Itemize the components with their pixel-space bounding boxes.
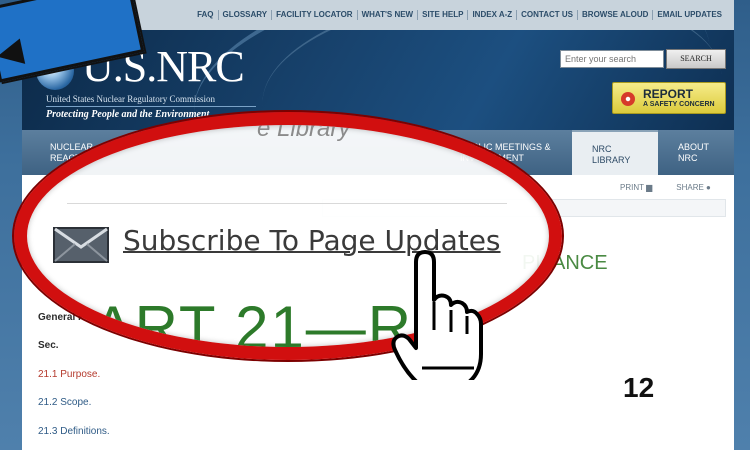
section-link-21-2[interactable]: 21.2 Scope. xyxy=(38,397,91,408)
search-input[interactable] xyxy=(560,50,664,68)
arrow-icon: ◀ xyxy=(0,30,27,74)
page-tools: PRINT ▆ SHARE ● xyxy=(620,183,711,192)
speech-bubble-icon: ● xyxy=(706,183,711,192)
util-link-facility-locator[interactable]: FACILITY LOCATOR xyxy=(271,10,356,20)
pointing-hand-cursor-icon xyxy=(391,250,483,380)
util-link-whats-new[interactable]: WHAT'S NEW xyxy=(356,10,418,20)
util-link-glossary[interactable]: GLOSSARY xyxy=(217,10,272,20)
print-link[interactable]: PRINT ▆ xyxy=(620,183,652,192)
search-button[interactable]: SEARCH xyxy=(666,49,726,69)
section-link-21-1[interactable]: 21.1 Purpose. xyxy=(38,369,100,380)
util-link-index[interactable]: INDEX A-Z xyxy=(467,10,516,20)
report-sublabel: A SAFETY CONCERN xyxy=(643,101,715,108)
alert-dot-icon xyxy=(621,92,635,106)
util-link-email-updates[interactable]: EMAIL UPDATES xyxy=(652,10,726,20)
logo-subtitle: United States Nuclear Regulatory Commiss… xyxy=(46,94,215,104)
step-number: 12 xyxy=(623,372,655,403)
zoomed-divider xyxy=(67,203,507,204)
section-link-21-3[interactable]: 21.3 Definitions. xyxy=(38,426,110,437)
printer-icon: ▆ xyxy=(646,183,653,192)
util-link-faq[interactable]: FAQ xyxy=(193,10,217,20)
nav-item-about-nrc[interactable]: ABOUT NRC xyxy=(658,130,734,175)
print-label: PRINT xyxy=(620,183,644,192)
util-link-site-help[interactable]: SITE HELP xyxy=(417,10,467,20)
util-link-contact[interactable]: CONTACT US xyxy=(516,10,577,20)
nav-item-nrc-library[interactable]: NRC LIBRARY xyxy=(572,130,658,175)
share-label: SHARE xyxy=(676,183,704,192)
share-link[interactable]: SHARE ● xyxy=(676,183,711,192)
report-safety-concern-button[interactable]: REPORT A SAFETY CONCERN xyxy=(612,82,726,114)
util-link-browse-aloud[interactable]: BROWSE ALOUD xyxy=(577,10,652,20)
report-label: REPORT xyxy=(643,87,694,101)
envelope-icon xyxy=(53,227,109,263)
zoomed-library-text: e Library xyxy=(257,115,351,142)
